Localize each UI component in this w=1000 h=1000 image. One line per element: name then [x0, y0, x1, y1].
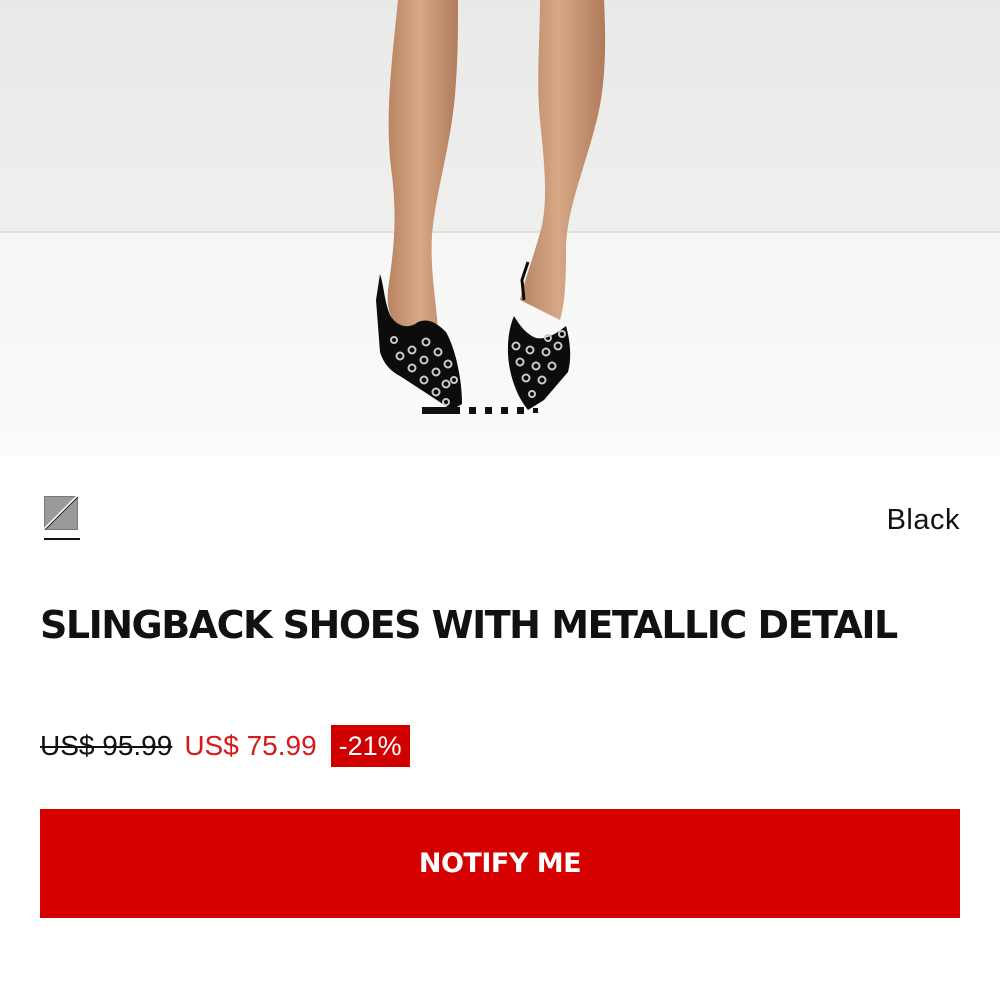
product-image[interactable]: [0, 0, 1000, 456]
product-detail-page: Black SLINGBACK SHOES WITH METALLIC DETA…: [0, 0, 1000, 1000]
selected-swatch-indicator: [44, 538, 80, 540]
carousel-dot[interactable]: [501, 407, 508, 414]
carousel-dot-active[interactable]: [422, 407, 460, 414]
color-name: Black: [886, 504, 960, 536]
carousel-dot[interactable]: [485, 407, 492, 414]
product-title: SLINGBACK SHOES WITH METALLIC DETAIL: [40, 603, 898, 647]
price-row: US$ 95.99 US$ 75.99 -21%: [40, 724, 410, 768]
carousel-dot[interactable]: [533, 408, 538, 413]
color-selector: Black: [40, 492, 960, 544]
sale-price: US$ 75.99: [184, 730, 317, 761]
discount-badge: -21%: [330, 725, 410, 767]
notify-me-button[interactable]: NOTIFY ME: [40, 809, 960, 918]
carousel-dot[interactable]: [517, 407, 524, 414]
notify-me-label: NOTIFY ME: [418, 848, 582, 879]
no-swatch-diagonal-icon[interactable]: [44, 496, 78, 530]
carousel-indicator[interactable]: [422, 407, 538, 414]
carousel-dot[interactable]: [469, 407, 476, 414]
product-photo-illustration: [0, 0, 1000, 456]
original-price: US$ 95.99: [40, 730, 173, 761]
